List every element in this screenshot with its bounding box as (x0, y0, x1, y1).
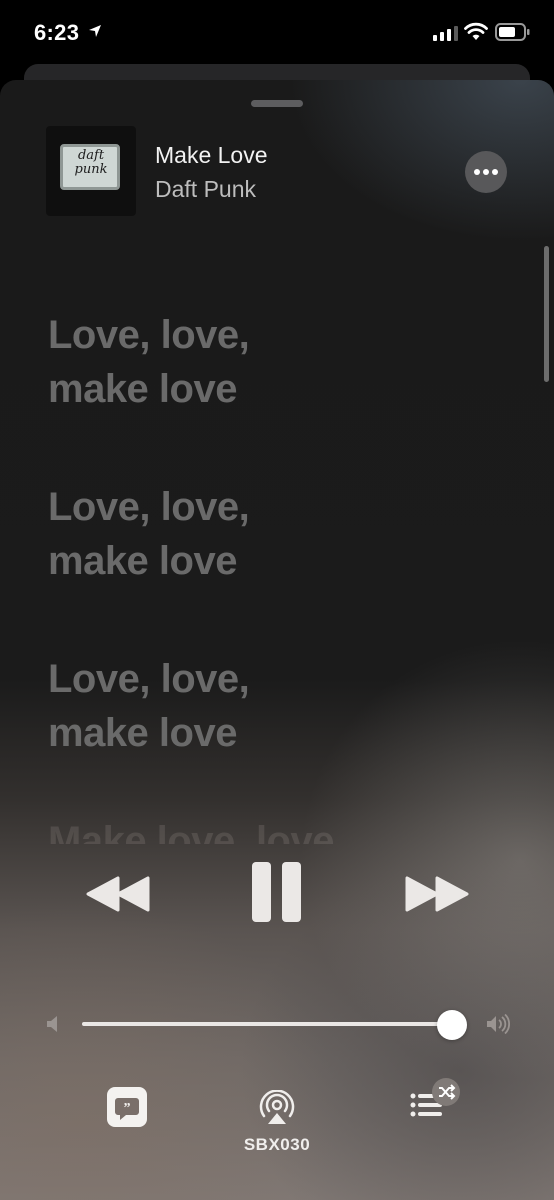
status-time: 6:23 (34, 20, 80, 45)
location-arrow-icon (89, 25, 101, 37)
rewind-button[interactable] (85, 876, 151, 912)
lyric-line: Love, love, (48, 485, 250, 529)
fast-forward-button[interactable] (404, 876, 470, 912)
song-title[interactable]: Make Love (155, 142, 268, 169)
now-playing-sheet: daft punk Make Love Daft Punk Love, love… (0, 80, 554, 1200)
lyric-block[interactable]: Love, love, make love (48, 308, 250, 416)
wifi-icon (464, 22, 488, 40)
lyric-block[interactable]: Love, love, make love (48, 480, 250, 588)
volume-high-icon (487, 1014, 511, 1034)
ellipsis-icon (474, 169, 480, 175)
shuffle-badge[interactable] (432, 1078, 460, 1106)
lyric-line: make love (48, 539, 237, 583)
lyric-line: Love, love, (48, 313, 250, 357)
airplay-device-label[interactable]: SBX030 (212, 1135, 342, 1155)
lyric-line: Love, love, (48, 657, 250, 701)
cellular-signal-icon (433, 26, 458, 41)
lyrics-button[interactable]: ” (107, 1087, 147, 1127)
volume-slider-thumb[interactable] (437, 1010, 467, 1040)
volume-low-icon (47, 1016, 57, 1032)
shuffle-icon (439, 1084, 456, 1100)
status-bar: 6:23 (0, 0, 554, 64)
airplay-icon (259, 1090, 295, 1124)
volume-slider[interactable] (82, 1022, 452, 1026)
lyric-line: make love (48, 367, 237, 411)
svg-text:”: ” (124, 1101, 131, 1116)
pause-icon (252, 862, 301, 922)
lyric-block[interactable]: Make love, love (48, 814, 334, 844)
lyric-block[interactable]: Love, love, make love (48, 652, 250, 760)
album-art[interactable]: daft punk (46, 126, 136, 216)
pause-button[interactable] (252, 860, 304, 924)
playback-controls (0, 860, 554, 960)
lyric-line: make love (48, 711, 237, 755)
artist-name[interactable]: Daft Punk (155, 176, 256, 203)
lyrics-icon: ” (115, 1098, 139, 1120)
more-options-button[interactable] (465, 151, 507, 193)
lyric-line: Make love, love (48, 819, 334, 844)
scroll-indicator[interactable] (544, 246, 549, 382)
album-art-text: daft punk (74, 148, 108, 177)
sheet-grabber[interactable] (251, 100, 303, 107)
rewind-icon (86, 876, 150, 912)
airplay-button[interactable] (258, 1090, 296, 1126)
fast-forward-icon (405, 876, 469, 912)
battery-icon (495, 23, 530, 41)
